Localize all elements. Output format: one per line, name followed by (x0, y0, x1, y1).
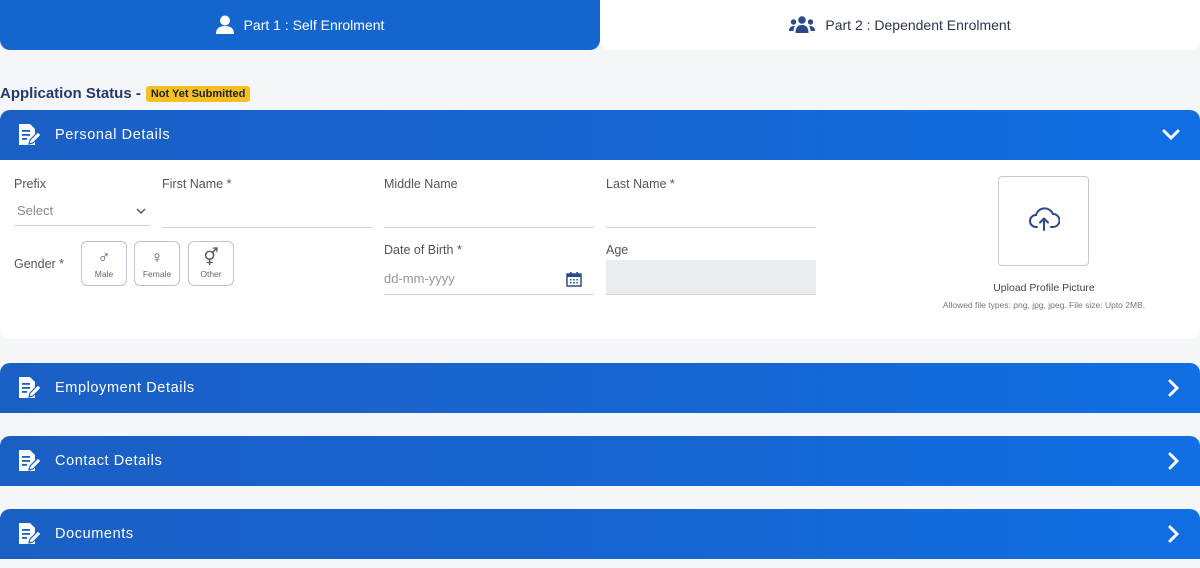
status-label: Application Status - (0, 85, 141, 102)
gender-female-button[interactable]: ♀ Female (134, 241, 180, 286)
tab-label: Part 1 : Self Enrolment (243, 17, 385, 33)
dob-label: Date of Birth * (384, 243, 462, 257)
user-icon (215, 15, 234, 35)
prefix-select-value: Select (17, 203, 54, 218)
personal-details-panel: Prefix Select First Name * Middle Name L… (0, 160, 1200, 339)
first-name-field[interactable] (162, 198, 372, 228)
upload-title: Upload Profile Picture (993, 282, 1095, 294)
dob-input[interactable] (384, 262, 594, 294)
dob-field[interactable] (384, 262, 594, 295)
last-name-input[interactable] (606, 198, 816, 227)
middle-name-label: Middle Name (384, 177, 458, 191)
male-icon: ♂ (97, 247, 111, 267)
middle-name-input[interactable] (384, 198, 594, 227)
prefix-label: Prefix (14, 177, 46, 191)
application-status: Application Status - Not Yet Submitted (0, 85, 251, 102)
section-header-personal-details[interactable]: Personal Details (0, 110, 1200, 160)
gender-male-button[interactable]: ♂ Male (81, 241, 127, 286)
chevron-right-icon[interactable] (1168, 525, 1180, 543)
chevron-down-icon (136, 203, 146, 218)
status-badge: Not Yet Submitted (145, 85, 251, 102)
enrolment-tabs: Part 1 : Self Enrolment Part 2 : Depende… (0, 0, 1200, 50)
upload-hint: Allowed file types: png, jpg, jpeg. File… (942, 300, 1146, 310)
female-icon: ♀ (150, 247, 164, 267)
middle-name-field[interactable] (384, 198, 594, 228)
section-title: Contact Details (55, 453, 163, 469)
cloud-upload-icon (1028, 206, 1060, 237)
document-edit-icon (16, 521, 42, 547)
gender-option-label: Other (200, 268, 222, 279)
last-name-field[interactable] (606, 198, 816, 228)
tab-dependent-enrolment[interactable]: Part 2 : Dependent Enrolment (600, 0, 1200, 50)
document-edit-icon (16, 375, 42, 401)
tab-self-enrolment[interactable]: Part 1 : Self Enrolment (0, 0, 600, 50)
chevron-right-icon[interactable] (1168, 452, 1180, 470)
section-header-documents[interactable]: Documents (0, 509, 1200, 559)
gender-label: Gender * (14, 257, 65, 271)
document-edit-icon (16, 448, 42, 474)
prefix-select[interactable]: Select (14, 196, 150, 226)
tab-label: Part 2 : Dependent Enrolment (825, 17, 1011, 33)
section-title: Employment Details (55, 380, 195, 396)
last-name-label: Last Name * (606, 177, 675, 191)
upload-profile-picture-button[interactable] (998, 176, 1089, 266)
first-name-input[interactable] (162, 198, 372, 227)
chevron-down-icon[interactable] (1162, 129, 1180, 141)
document-edit-icon (16, 122, 42, 148)
section-header-contact-details[interactable]: Contact Details (0, 436, 1200, 486)
section-title: Documents (55, 526, 134, 542)
calendar-icon[interactable] (566, 271, 582, 290)
gender-option-label: Female (142, 268, 172, 279)
first-name-label: First Name * (162, 177, 232, 191)
users-group-icon (789, 16, 816, 34)
chevron-right-icon[interactable] (1168, 379, 1180, 397)
other-gender-icon: ⚥ (203, 247, 219, 267)
age-input (606, 260, 816, 294)
gender-other-button[interactable]: ⚥ Other (188, 241, 234, 286)
gender-option-label: Male (94, 268, 114, 279)
section-title: Personal Details (55, 127, 171, 143)
age-label: Age (606, 243, 629, 257)
section-header-employment-details[interactable]: Employment Details (0, 363, 1200, 413)
age-field (606, 260, 816, 295)
